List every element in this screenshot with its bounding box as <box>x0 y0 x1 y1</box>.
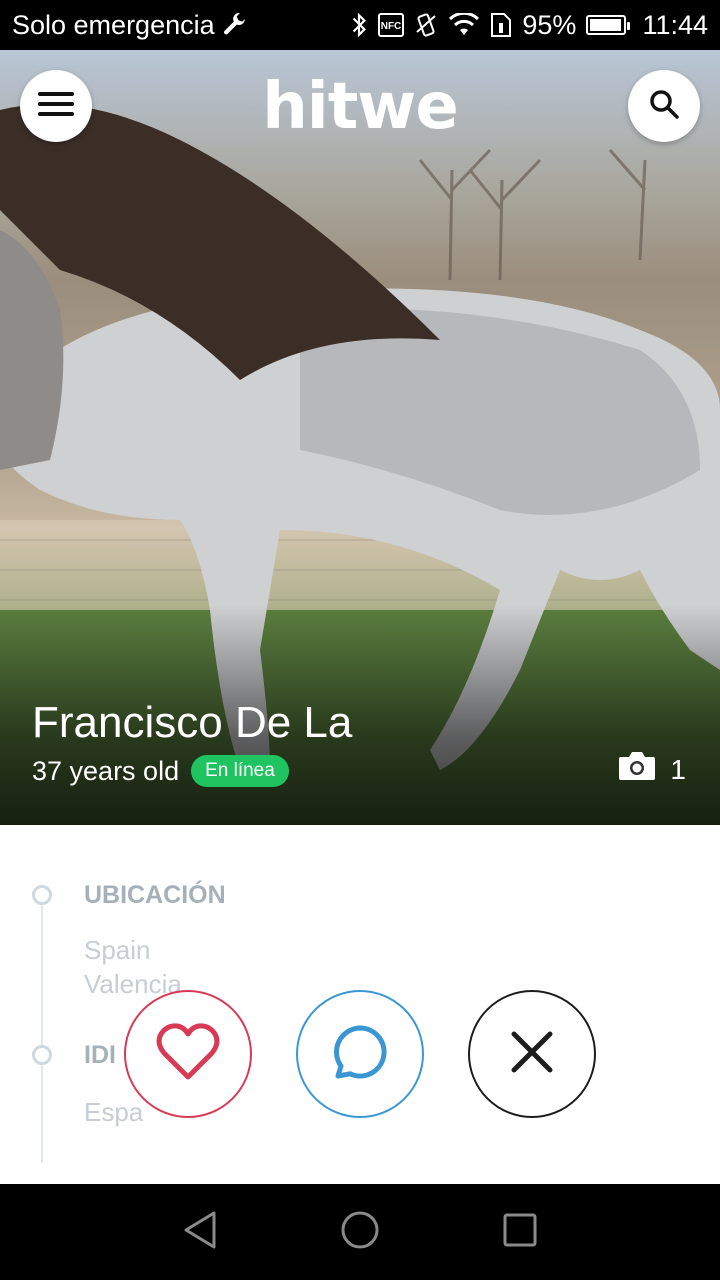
nfc-icon: NFC <box>378 13 405 37</box>
chat-button[interactable] <box>296 990 424 1118</box>
carrier-text: Solo emergencia <box>12 9 215 40</box>
profile-name: Francisco De La <box>32 698 353 747</box>
status-bar: Solo emergencia NFC 95% 11:44 <box>0 0 720 50</box>
app-logo: hitwe <box>262 70 459 144</box>
heart-icon <box>156 1022 220 1086</box>
clock: 11:44 <box>642 9 708 40</box>
location-country: Spain <box>84 935 151 965</box>
location-title: UBICACIÓN <box>84 881 226 909</box>
camera-icon <box>618 750 656 789</box>
language-value: Espa <box>84 1097 144 1127</box>
back-icon <box>182 1210 218 1255</box>
skip-button[interactable] <box>468 990 596 1118</box>
battery-icon <box>586 15 631 35</box>
timeline-line <box>41 903 43 1163</box>
recents-icon <box>502 1212 538 1253</box>
svg-text:NFC: NFC <box>381 21 402 32</box>
status-right: NFC 95% 11:44 <box>350 10 708 41</box>
photo-count[interactable]: 1 <box>618 750 686 789</box>
online-status-badge: En línea <box>191 755 289 787</box>
home-button[interactable] <box>340 1210 380 1255</box>
sim-icon <box>490 12 512 38</box>
profile-photo[interactable]: hitwe Francisco De La 37 years old En lí… <box>0 50 720 825</box>
timeline-dot-language <box>32 1045 52 1065</box>
close-icon <box>508 1028 556 1081</box>
battery-percent: 95% <box>522 9 577 40</box>
like-button[interactable] <box>124 990 252 1118</box>
profile-age: 37 years old <box>32 755 180 786</box>
search-button[interactable] <box>628 70 700 142</box>
battery-fill <box>590 19 621 31</box>
chat-bubble-icon <box>330 1022 390 1087</box>
recents-button[interactable] <box>500 1212 540 1252</box>
bluetooth-icon <box>350 12 368 38</box>
wrench-icon <box>221 12 247 38</box>
status-left: Solo emergencia <box>12 10 247 41</box>
timeline-dot-location <box>32 885 52 905</box>
search-icon <box>648 88 680 125</box>
photo-count-value: 1 <box>670 753 686 785</box>
vibrate-icon <box>414 12 438 38</box>
wifi-icon <box>448 13 480 37</box>
back-button[interactable] <box>180 1210 220 1255</box>
system-navigation-bar <box>0 1184 720 1280</box>
language-title: IDI <box>84 1041 116 1069</box>
home-icon <box>340 1210 380 1255</box>
profile-meta: 37 years old En línea <box>32 755 289 787</box>
